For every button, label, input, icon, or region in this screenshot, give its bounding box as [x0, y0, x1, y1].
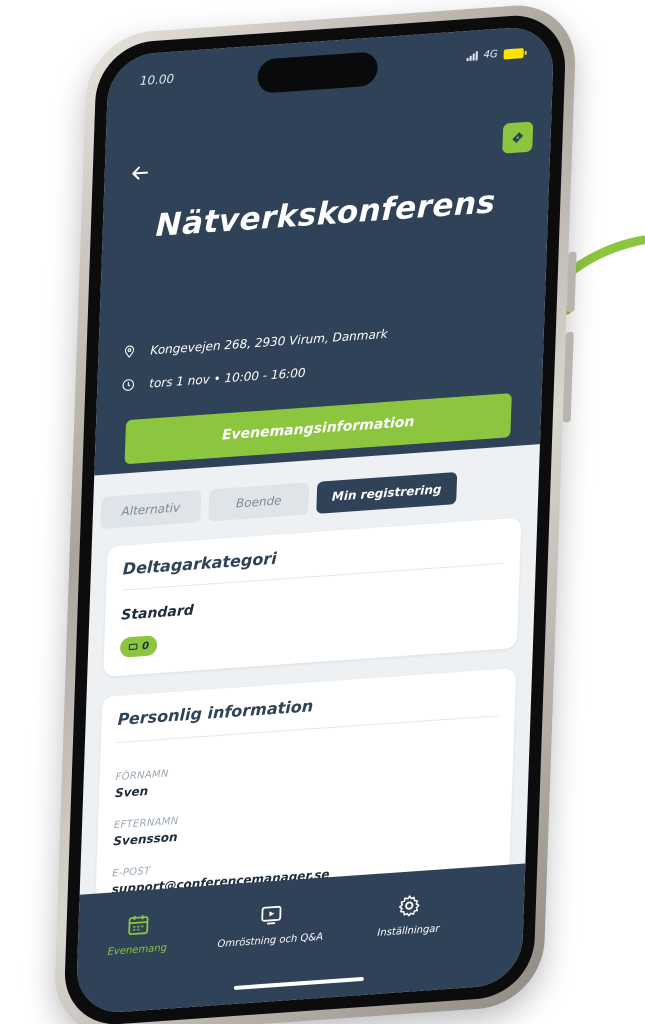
phone-mockup: 10.00 4G Nätverkskonferens Kongevejen 26… — [52, 1, 578, 1024]
arrow-left-icon — [132, 166, 148, 180]
event-datetime: tors 1 nov • 10:00 - 16:00 — [149, 365, 306, 391]
event-address: Kongevejen 268, 2930 Virum, Danmark — [150, 326, 388, 358]
nav-installningar[interactable]: Inställningar — [377, 891, 441, 939]
nav-label: Inställningar — [377, 923, 440, 939]
network-label: 4G — [483, 48, 498, 61]
home-indicator[interactable] — [233, 976, 364, 990]
tab-min-registrering[interactable]: Min registrering — [316, 471, 458, 514]
gear-icon — [399, 895, 420, 917]
ticket-icon — [512, 132, 524, 143]
video-icon — [261, 905, 282, 925]
category-title: Deltagarkategori — [122, 548, 278, 579]
personal-title: Personlig information — [117, 696, 314, 729]
lastname-label: EFTERNAMN — [113, 815, 179, 832]
back-button[interactable] — [128, 161, 159, 193]
datetime-row: tors 1 nov • 10:00 - 16:00 — [121, 366, 306, 393]
tab-alternativ[interactable]: Alternativ — [100, 489, 202, 530]
firstname-value: Sven — [114, 783, 149, 801]
dynamic-island — [257, 51, 379, 94]
app-screen: 10.00 4G Nätverkskonferens Kongevejen 26… — [75, 24, 555, 1016]
nav-label: Evenemang — [107, 942, 168, 958]
nav-label: Omröstning och Q&A — [217, 931, 324, 951]
nav-evenemang[interactable]: Evenemang — [107, 911, 168, 958]
calendar-icon — [127, 915, 149, 936]
event-title: Nätverkskonferens — [155, 184, 497, 245]
address-row: Kongevejen 268, 2930 Virum, Danmark — [122, 327, 388, 360]
ticket-button[interactable] — [502, 121, 534, 154]
status-time: 10.00 — [139, 71, 175, 89]
stage: 10.00 4G Nätverkskonferens Kongevejen 26… — [0, 0, 645, 1024]
tab-boende[interactable]: Boende — [208, 482, 310, 522]
lastname-value: Svensson — [113, 829, 178, 849]
nav-omrostning[interactable]: Omröstning och Q&A — [217, 900, 324, 951]
count-badge: 0 — [119, 635, 158, 658]
event-info-button[interactable]: Evenemangsinformation — [124, 393, 512, 465]
status-indicators: 4G — [466, 47, 524, 62]
location-pin-icon — [124, 345, 135, 359]
signal-icon — [466, 51, 478, 62]
category-card: Deltagarkategori Standard 0 — [103, 517, 522, 677]
ticket-icon — [128, 643, 138, 651]
clock-icon — [122, 379, 135, 391]
firstname-label: FÖRNAMN — [115, 768, 169, 784]
email-label: E-POST — [112, 865, 151, 880]
count-value: 0 — [141, 640, 150, 652]
side-button — [562, 331, 574, 423]
battery-icon — [503, 47, 524, 59]
category-value: Standard — [120, 602, 195, 624]
event-header: 10.00 4G Nätverkskonferens Kongevejen 26… — [94, 24, 555, 476]
